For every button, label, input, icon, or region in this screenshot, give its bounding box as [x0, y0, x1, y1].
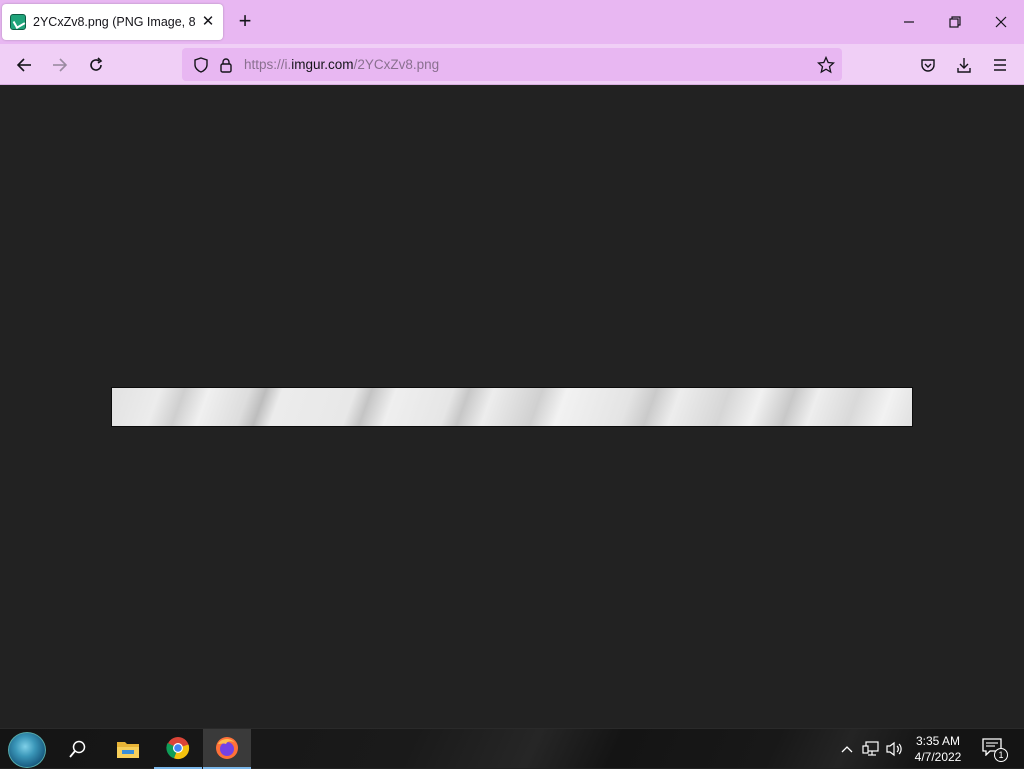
url-host: imgur.com: [291, 57, 354, 72]
network-icon[interactable]: [861, 739, 881, 759]
volume-icon[interactable]: [885, 739, 905, 759]
firefox-icon[interactable]: [203, 729, 251, 769]
notification-count-badge: 1: [994, 748, 1008, 762]
new-tab-button[interactable]: +: [234, 10, 256, 33]
navigation-toolbar: https://i.imgur.com/2YCxZv8.png: [0, 44, 1024, 85]
tab-title: 2YCxZv8.png (PNG Image, 802: [33, 15, 195, 29]
url-path: /2YCxZv8.png: [353, 57, 440, 72]
downloads-icon[interactable]: [951, 52, 977, 78]
image-file-icon: [10, 14, 26, 30]
close-tab-icon[interactable]: ✕: [200, 14, 216, 30]
bookmark-star-icon[interactable]: [813, 52, 839, 78]
back-icon[interactable]: [11, 52, 37, 78]
menu-icon[interactable]: [987, 52, 1013, 78]
clock-date: 4/7/2022: [914, 750, 962, 764]
image-viewer: [0, 85, 1024, 728]
close-window-icon[interactable]: [989, 10, 1013, 34]
chrome-icon[interactable]: [154, 729, 202, 769]
url-scheme: https://i.: [244, 57, 292, 72]
lock-icon[interactable]: [213, 52, 239, 78]
address-bar[interactable]: https://i.imgur.com/2YCxZv8.png: [182, 48, 842, 81]
minimize-icon[interactable]: [897, 10, 921, 34]
search-icon[interactable]: [54, 729, 102, 769]
tab-strip: 2YCxZv8.png (PNG Image, 802 ✕ +: [0, 0, 1024, 44]
show-hidden-icons-icon[interactable]: [837, 739, 857, 759]
restore-icon[interactable]: [943, 10, 967, 34]
action-center-icon[interactable]: 1: [982, 738, 1008, 762]
clock[interactable]: 3:35 AM 4/7/2022: [908, 733, 968, 765]
start-orb[interactable]: [8, 732, 46, 768]
viewed-image[interactable]: [111, 387, 913, 427]
pocket-icon[interactable]: [915, 52, 941, 78]
reload-icon[interactable]: [83, 52, 109, 78]
taskbar: 3:35 AM 4/7/2022 1: [0, 728, 1024, 769]
forward-icon[interactable]: [47, 52, 73, 78]
shield-icon[interactable]: [188, 52, 214, 78]
tab-active[interactable]: 2YCxZv8.png (PNG Image, 802 ✕: [2, 4, 223, 40]
clock-time: 3:35 AM: [915, 734, 961, 748]
url-text[interactable]: https://i.imgur.com/2YCxZv8.png: [244, 57, 439, 72]
file-explorer-icon[interactable]: [104, 729, 152, 769]
